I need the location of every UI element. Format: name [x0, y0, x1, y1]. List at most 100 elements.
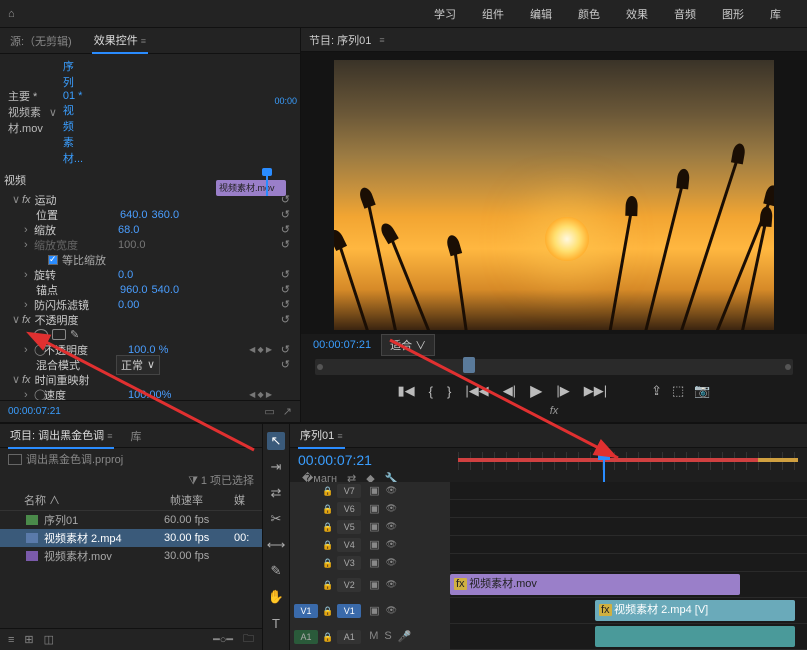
timeline-timecode[interactable]: 00:00:07:21 [298, 452, 458, 468]
reset-icon[interactable]: ↺ [281, 298, 290, 311]
zoom-icon[interactable]: ▭ [264, 405, 274, 418]
out-point-icon[interactable] [785, 364, 791, 370]
tab-source[interactable]: 源:（无剪辑) [8, 29, 74, 53]
mark-out-button[interactable]: { [429, 384, 433, 399]
eye-icon[interactable] [386, 538, 397, 551]
source-a1[interactable]: A1 [294, 630, 318, 644]
track-select-tool[interactable]: ⇥ [267, 458, 285, 476]
go-in-button[interactable]: |◀◀ [465, 383, 488, 399]
toggle-output-icon[interactable]: ▣ [369, 502, 379, 515]
menu-color[interactable]: 颜色 [578, 6, 600, 22]
menu-audio[interactable]: 音频 [674, 6, 696, 22]
razor-tool[interactable]: ✂ [267, 510, 285, 528]
extract-button[interactable]: ⬚ [672, 383, 684, 399]
lift-button[interactable]: ⇪ [651, 383, 662, 399]
lock-icon[interactable] [322, 503, 333, 515]
project-item[interactable]: 视频素材 2.mp430.00 fps00: [0, 529, 262, 547]
home-icon[interactable]: ⌂ [8, 8, 15, 20]
track-v4[interactable]: V4 [337, 538, 361, 552]
menu-graphics[interactable]: 图形 [722, 6, 744, 22]
motion-label[interactable]: 运动 [35, 192, 115, 208]
menu-assembly[interactable]: 组件 [482, 6, 504, 22]
col-name[interactable]: 名称 ∧ [24, 492, 170, 508]
lock-icon[interactable] [322, 521, 333, 533]
toggle-output-icon[interactable]: ▣ [369, 520, 379, 533]
mask-rect-icon[interactable] [52, 329, 66, 340]
step-back-button[interactable]: ◀| [503, 383, 516, 399]
track-a1[interactable]: A1 [337, 630, 361, 644]
go-out-button[interactable]: ▶▶| [584, 383, 607, 399]
track-v3[interactable]: V3 [337, 556, 361, 570]
track-v7[interactable]: V7 [337, 484, 361, 498]
toggle-output-icon[interactable]: ▣ [369, 578, 379, 591]
scale-value[interactable]: 68.0 [118, 224, 139, 236]
list-view-icon[interactable]: ≡ [8, 634, 14, 646]
wrench-icon[interactable]: ↗ [283, 405, 292, 418]
toggle-output-icon[interactable]: ▣ [369, 484, 379, 497]
reset-icon[interactable]: ↺ [281, 313, 290, 326]
opacity-label[interactable]: 不透明度 [35, 312, 115, 328]
track-v5[interactable]: V5 [337, 520, 361, 534]
selection-tool[interactable]: ↖ [267, 432, 285, 450]
zoom-slider[interactable]: ━○━ [213, 633, 233, 646]
timeline-clip[interactable]: fx 视频素材 2.mp4 [V] [595, 600, 795, 621]
bin-icon[interactable] [8, 454, 22, 465]
step-fwd-button[interactable]: |▶ [556, 383, 569, 399]
hand-tool[interactable]: ✋ [267, 588, 285, 606]
lock-icon[interactable] [322, 631, 333, 643]
lock-icon[interactable] [322, 485, 333, 497]
panel-menu-icon[interactable]: ≡ [379, 35, 384, 45]
lock-icon[interactable] [322, 539, 333, 551]
pen-tool[interactable]: ✎ [267, 562, 285, 580]
track-v2[interactable]: V2 [337, 578, 361, 592]
eye-icon[interactable] [386, 578, 397, 591]
pen-icon[interactable]: ✎ [70, 328, 79, 341]
position-x[interactable]: 640.0 [120, 209, 148, 221]
ripple-tool[interactable]: ⇄ [267, 484, 285, 502]
project-item[interactable]: 序列0160.00 fps [0, 511, 262, 529]
eye-icon[interactable] [386, 556, 397, 569]
toggle-output-icon[interactable]: ▣ [369, 604, 379, 617]
reset-icon[interactable]: ↺ [281, 238, 290, 251]
rotate-value[interactable]: 0.0 [118, 269, 133, 281]
icon-view-icon[interactable]: ⊞ [24, 633, 33, 646]
track-v6[interactable]: V6 [337, 502, 361, 516]
filter-icon[interactable]: ⧩ [188, 475, 198, 487]
type-tool[interactable]: T [267, 614, 285, 632]
anchor-x[interactable]: 960.0 [120, 284, 148, 296]
slip-tool[interactable]: ⟷ [267, 536, 285, 554]
position-y[interactable]: 360.0 [152, 209, 180, 221]
speed-value[interactable]: 100.00% [128, 389, 171, 401]
reset-icon[interactable]: ↺ [281, 343, 290, 356]
play-button[interactable]: ▶ [530, 381, 542, 401]
keyframe-nav[interactable]: ◀ ◆ ▶ [249, 345, 272, 354]
lock-icon[interactable] [322, 557, 333, 569]
reset-icon[interactable]: ↺ [281, 283, 290, 296]
fit-dropdown[interactable]: 适合 ∨ [381, 334, 435, 356]
new-bin-icon[interactable]: 🗀 [243, 630, 254, 649]
keyframe-nav[interactable]: ◀ ◆ ▶ [249, 390, 272, 399]
menu-effects[interactable]: 效果 [626, 6, 648, 22]
col-fps[interactable]: 帧速率 [170, 492, 234, 508]
toggle-output-icon[interactable]: ▣ [369, 538, 379, 551]
scrub-handle[interactable] [463, 357, 475, 373]
timeline-clip[interactable]: fx 视频素材.mov [450, 574, 740, 595]
reset-icon[interactable]: ↺ [281, 193, 290, 206]
reset-icon[interactable]: ↺ [281, 358, 290, 371]
program-timecode[interactable]: 00:00:07:21 [313, 339, 371, 351]
solo-icon[interactable]: S [384, 630, 391, 643]
lock-icon[interactable] [322, 579, 333, 591]
freeform-view-icon[interactable]: ◫ [44, 633, 54, 646]
timeline-tab[interactable]: 序列01 ≡ [298, 423, 345, 449]
effect-timecode[interactable]: 00:00:07:21 [8, 406, 61, 417]
clip-seq-link[interactable]: 序列01 * 视频素材... [63, 58, 83, 166]
reset-icon[interactable]: ↺ [281, 208, 290, 221]
menu-libraries[interactable]: 库 [770, 6, 781, 22]
project-item[interactable]: 视频素材.mov30.00 fps [0, 547, 262, 565]
lock-icon[interactable] [322, 605, 333, 617]
eye-icon[interactable] [386, 520, 397, 533]
toggle-output-icon[interactable]: ▣ [369, 556, 379, 569]
reset-icon[interactable]: ↺ [281, 268, 290, 281]
mute-icon[interactable]: M [369, 630, 378, 643]
col-media[interactable]: 媒 [234, 492, 254, 508]
